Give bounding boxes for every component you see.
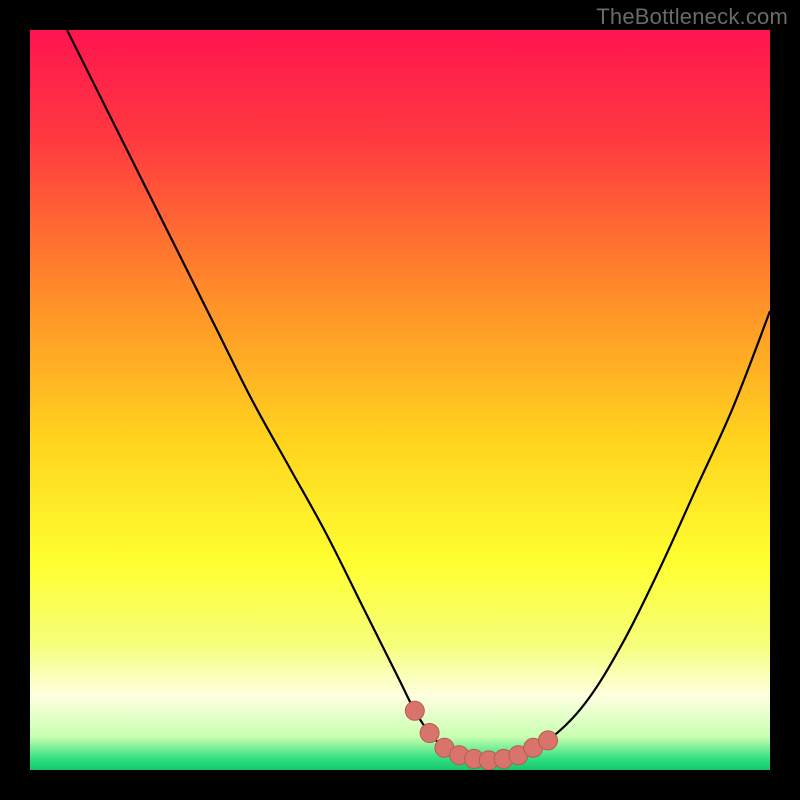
plot-area xyxy=(30,30,770,770)
gradient-background xyxy=(30,30,770,770)
marker-dot xyxy=(420,724,439,743)
marker-dot xyxy=(405,701,424,720)
marker-dot xyxy=(539,731,558,750)
watermark-text: TheBottleneck.com xyxy=(596,4,788,30)
chart-svg xyxy=(30,30,770,770)
chart-frame: TheBottleneck.com xyxy=(0,0,800,800)
